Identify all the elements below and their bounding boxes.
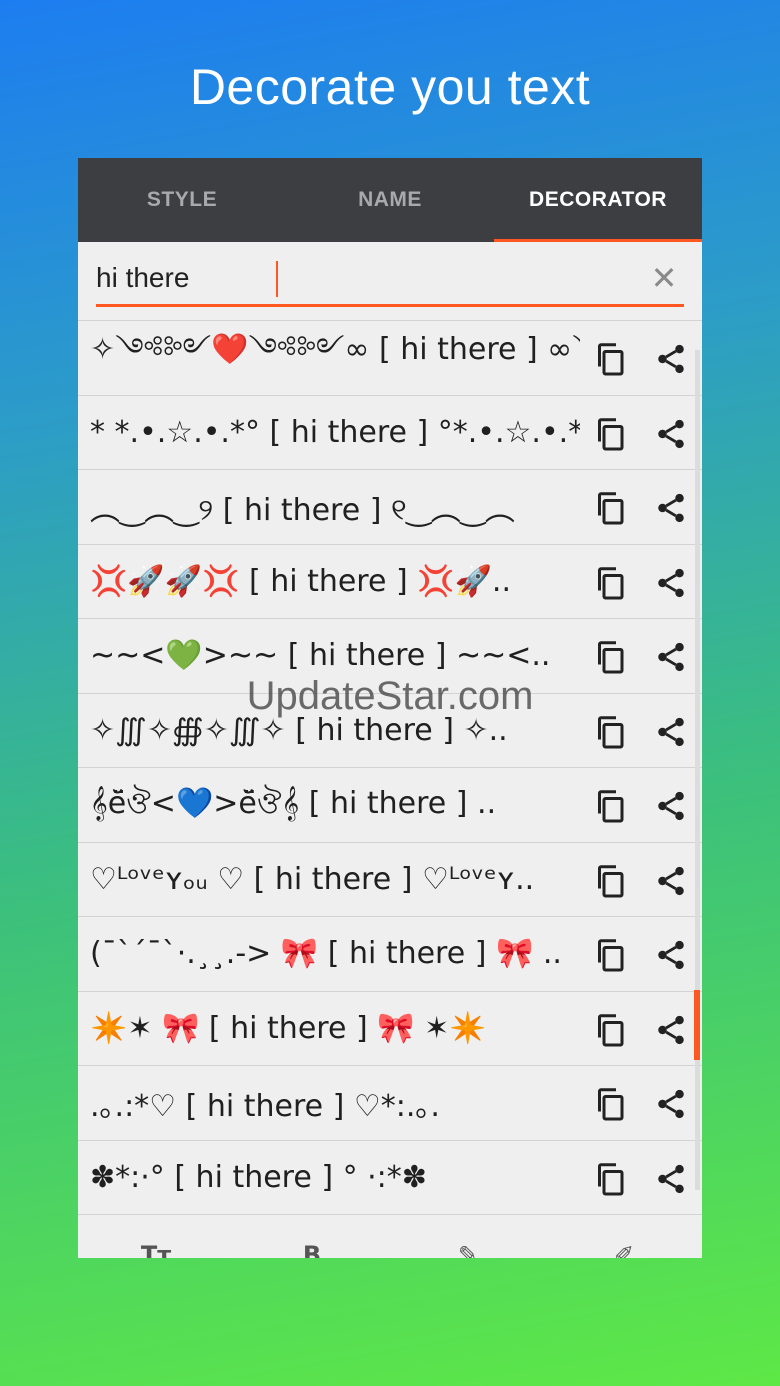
share-icon[interactable]: [654, 565, 688, 601]
share-icon[interactable]: [654, 1086, 688, 1122]
text-caret: [276, 261, 278, 297]
list-item[interactable]: ✽*:·° [ hi there ] ° ·:*✽: [78, 1139, 702, 1215]
list-item[interactable]: ✧∭✧∰✧∭✧ [ hi there ] ✧..: [78, 692, 702, 768]
decorated-text: * *.•.☆.•.*° [ hi there ] °*.•.☆.•.*° *: [90, 414, 580, 450]
scrollbar-thumb[interactable]: [694, 990, 700, 1060]
copy-icon[interactable]: [592, 341, 628, 377]
copy-icon[interactable]: [592, 937, 628, 973]
list-item[interactable]: .｡.:*♡ [ hi there ] ♡*:.｡.: [78, 1065, 702, 1140]
tab-decorator[interactable]: DECORATOR: [494, 158, 702, 242]
pen-icon[interactable]: ✎: [448, 1240, 488, 1258]
copy-icon[interactable]: [592, 1161, 628, 1197]
list-item[interactable]: * *.•.☆.•.*° [ hi there ] °*.•.☆.•.*° *: [78, 394, 702, 470]
list-item[interactable]: ︵‿︵‿୨ [ hi there ] ୧‿︵‿︵: [78, 469, 702, 544]
share-icon[interactable]: [654, 490, 688, 526]
copy-icon[interactable]: [592, 863, 628, 899]
tab-style[interactable]: STYLE: [78, 158, 286, 242]
input-underline: [96, 304, 684, 307]
decorated-text: (¯`´¯`·.¸¸.-> 🎀 [ hi there ] 🎀 ..: [90, 936, 562, 972]
share-icon[interactable]: [654, 937, 688, 973]
decorated-list: ✧༺༻❤️༺༻∞ [ hi there ] ∞༺༻.. * *.•.☆.•.*° …: [78, 320, 702, 1214]
search-row: ✕: [78, 242, 702, 320]
share-icon[interactable]: [654, 341, 688, 377]
copy-icon[interactable]: [592, 1012, 628, 1048]
decorated-text: ✧༺༻❤️༺༻∞ [ hi there ] ∞༺༻..: [90, 331, 580, 367]
list-item[interactable]: ✧༺༻❤️༺༻∞ [ hi there ] ∞༺༻..: [78, 320, 702, 395]
font-style-icon[interactable]: Tт: [136, 1240, 176, 1258]
decorated-text: ~~<💚>~~ [ hi there ] ~~<..: [90, 638, 551, 674]
decorated-text: ✽*:·° [ hi there ] ° ·:*✽: [90, 1159, 427, 1195]
copy-icon[interactable]: [592, 490, 628, 526]
tab-name[interactable]: NAME: [286, 158, 494, 242]
share-icon[interactable]: [654, 416, 688, 452]
copy-icon[interactable]: [592, 788, 628, 824]
copy-icon[interactable]: [592, 639, 628, 675]
text-input[interactable]: [96, 258, 516, 298]
list-item[interactable]: ~~<💚>~~ [ hi there ] ~~<..: [78, 618, 702, 693]
list-item[interactable]: ✴️✶ 🎀 [ hi there ] 🎀 ✶✴️: [78, 990, 702, 1066]
share-icon[interactable]: [654, 714, 688, 750]
list-item[interactable]: ♡ᴸᵒᵛᵉʏₒᵤ ♡ [ hi there ] ♡ᴸᵒᵛᵉʏ..: [78, 841, 702, 917]
list-item[interactable]: (¯`´¯`·.¸¸.-> 🎀 [ hi there ] 🎀 ..: [78, 916, 702, 991]
promo-headline: Decorate you text: [189, 59, 591, 115]
list-item[interactable]: 𝄞ĕ̈ঔ<💙>ĕ̈ঔ𝄞 [ hi there ] ..: [78, 767, 702, 842]
copy-icon[interactable]: [592, 416, 628, 452]
edit-icon[interactable]: ✐: [604, 1240, 644, 1258]
decorated-text: 💢🚀🚀💢 [ hi there ] 💢🚀..: [90, 563, 511, 599]
bold-icon[interactable]: B: [292, 1240, 332, 1258]
copy-icon[interactable]: [592, 714, 628, 750]
share-icon[interactable]: [654, 788, 688, 824]
decorated-text: ✴️✶ 🎀 [ hi there ] 🎀 ✶✴️: [90, 1010, 487, 1046]
share-icon[interactable]: [654, 1012, 688, 1048]
decorated-text: ♡ᴸᵒᵛᵉʏₒᵤ ♡ [ hi there ] ♡ᴸᵒᵛᵉʏ..: [90, 861, 535, 897]
copy-icon[interactable]: [592, 1086, 628, 1122]
bottom-nav: Tт B ✎ ✐: [78, 1214, 702, 1258]
decorated-text: 𝄞ĕ̈ঔ<💙>ĕ̈ঔ𝄞 [ hi there ] ..: [90, 786, 497, 822]
decorated-text: .｡.:*♡ [ hi there ] ♡*:.｡.: [90, 1088, 440, 1124]
decorated-text: ✧∭✧∰✧∭✧ [ hi there ] ✧..: [90, 712, 508, 748]
share-icon[interactable]: [654, 863, 688, 899]
scrollbar-track[interactable]: [695, 350, 700, 1190]
share-icon[interactable]: [654, 639, 688, 675]
decorated-text: ︵‿︵‿୨ [ hi there ] ୧‿︵‿︵: [90, 492, 515, 528]
list-item[interactable]: 💢🚀🚀💢 [ hi there ] 💢🚀..: [78, 543, 702, 619]
share-icon[interactable]: [654, 1161, 688, 1197]
copy-icon[interactable]: [592, 565, 628, 601]
app-screen: STYLE NAME DECORATOR ✕ ✧༺༻❤️༺༻∞ [ hi the…: [78, 158, 702, 1258]
close-icon[interactable]: ✕: [648, 259, 680, 297]
tab-bar: STYLE NAME DECORATOR: [78, 158, 702, 242]
